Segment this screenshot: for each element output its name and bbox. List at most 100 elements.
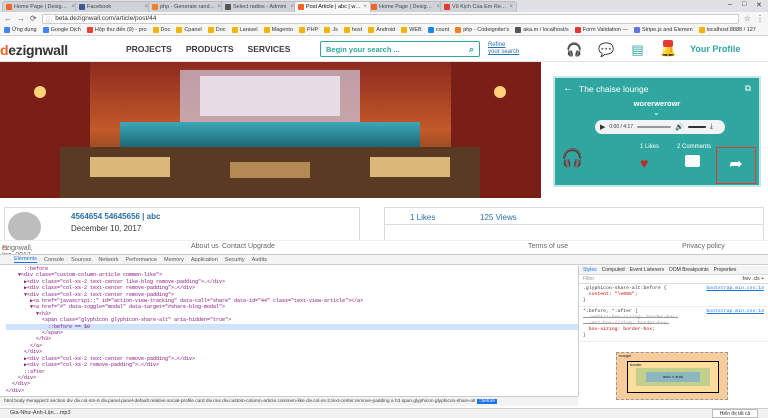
back-arrow-icon[interactable]: ← (4, 14, 12, 23)
close-tab-icon[interactable]: × (363, 4, 367, 10)
dom-node[interactable]: </h3> (6, 336, 51, 342)
dom-node[interactable]: ▶<div class="col-xs-2 remove-padding">…<… (6, 362, 159, 368)
dom-tree[interactable]: ::before ▼<div class="custom-column-arti… (0, 266, 578, 396)
bookmark-item[interactable]: Cpanel (176, 27, 202, 33)
dom-node[interactable]: </a> (6, 343, 42, 349)
reload-icon[interactable]: ⟳ (30, 14, 37, 23)
styles-tab[interactable]: Event Listeners (630, 267, 664, 273)
browser-tab[interactable]: Home Page | DesignWa × (2, 1, 79, 12)
bookmark-item[interactable]: Google Dịch (42, 27, 81, 33)
devtools-tab[interactable]: Security (225, 257, 245, 263)
heart-icon[interactable]: ♥ (640, 155, 648, 171)
devtools-tab[interactable]: Audits (252, 257, 267, 263)
devtools-tab[interactable]: Elements (14, 256, 37, 263)
privacy-link[interactable]: Privacy policy (682, 243, 725, 250)
bookmark-item[interactable]: Doc (207, 27, 226, 33)
bookmark-item[interactable]: php - Codeigniter's (455, 27, 509, 33)
bookmark-item[interactable]: localhost:8888 / 127 (698, 27, 756, 33)
menu-icon[interactable]: ⋮ (756, 14, 764, 23)
comment-icon[interactable] (685, 155, 700, 167)
bookmark-item[interactable]: aka.m / localhost/s (515, 27, 569, 33)
download-file[interactable]: Gia-Như-Anh-Lặn....mp3 (10, 410, 71, 416)
download-icon[interactable]: ⤓ (710, 123, 713, 131)
bookmark-item[interactable]: Laravel (231, 27, 258, 33)
browser-tab[interactable]: Select radios - Admini × (221, 1, 298, 12)
dezignwall-logo[interactable]: dezignwall (0, 42, 68, 58)
inbox-icon[interactable]: ▤ (630, 42, 645, 57)
dom-node[interactable]: </div> (6, 388, 24, 394)
bookmark-item[interactable]: Doc (152, 27, 170, 33)
show-all-downloads-button[interactable]: Hiển thị tất cả (712, 409, 758, 418)
dom-node[interactable]: ▶<div class="col-xs-2 text-center remove… (6, 285, 195, 291)
maximize-icon[interactable]: □ (742, 1, 746, 8)
close-tab-icon[interactable]: × (509, 4, 513, 10)
volume-slider[interactable] (687, 126, 706, 128)
styles-tab[interactable]: Styles (583, 267, 597, 273)
bookmark-item[interactable]: Ứng dụng (4, 27, 37, 33)
dom-node[interactable]: ▼<div class="custom-column-article comme… (6, 272, 162, 278)
bookmark-item[interactable]: Js (324, 27, 338, 33)
contact-link[interactable]: Contact (222, 243, 246, 250)
styles-tab[interactable]: Computed (602, 267, 625, 273)
dom-node[interactable]: ▼<a href="#" data-toggle="modal" data-ta… (6, 304, 225, 310)
browser-tab[interactable]: Vũ Kịch Của Em Remix × (440, 1, 517, 12)
dom-breadcrumb[interactable]: html body #wrapper2 section div div.col-… (0, 396, 578, 406)
devtools-tab[interactable]: Console (44, 257, 64, 263)
bookmark-item[interactable]: WEB (401, 27, 422, 33)
browser-tab[interactable]: Facebook × (75, 1, 152, 12)
close-window-icon[interactable]: ✕ (756, 1, 762, 9)
refine-search-link[interactable]: Refine your search (488, 42, 519, 56)
bookmark-item[interactable]: Magento (263, 27, 293, 33)
back-arrow-icon[interactable]: ← (563, 83, 573, 94)
dom-node[interactable]: ::after (6, 369, 45, 375)
url-field[interactable]: ⓘ beta.dezignwall.com/article/post/44 (41, 13, 739, 24)
bookmark-item[interactable]: Hộp thư đến (9) - pro (86, 27, 147, 33)
terms-link[interactable]: Terms of use (528, 243, 568, 250)
browser-tab[interactable]: php - Generate random × (148, 1, 225, 12)
nav-services[interactable]: SERVICES (248, 44, 291, 54)
dom-node[interactable]: </div> (6, 349, 42, 355)
browser-tab[interactable]: Post Article | abc | weru × (294, 1, 371, 12)
about-link[interactable]: About us (191, 243, 219, 250)
devtools-tab[interactable]: Memory (164, 257, 184, 263)
devtools-tab[interactable]: Network (98, 257, 118, 263)
devtools-tab[interactable]: Application (191, 257, 218, 263)
forward-arrow-icon[interactable]: → (17, 14, 25, 23)
star-icon[interactable]: ☆ (744, 14, 751, 23)
your-profile-link[interactable]: Your Profile (690, 44, 740, 54)
search-icon[interactable]: ⌕ (469, 44, 474, 55)
user-name[interactable]: 4564654 54645656 | abc (71, 212, 160, 221)
styles-filter[interactable]: Filter:hov .cls + (579, 275, 768, 284)
dom-node[interactable]: </div> (6, 375, 36, 381)
likes-count[interactable]: 1 Likes (410, 213, 435, 222)
progress-bar[interactable] (637, 126, 672, 128)
bookmark-item[interactable]: count (427, 27, 449, 33)
search-input[interactable] (326, 44, 469, 54)
dom-node[interactable]: ::before (6, 266, 48, 272)
chat-icon[interactable]: 💬 (598, 42, 614, 57)
dom-node[interactable]: ▶<div class="col-xs-2 text-center like-b… (6, 279, 225, 285)
nav-products[interactable]: PRODUCTS (186, 44, 234, 54)
headphones-icon[interactable]: 🎧 (566, 42, 582, 57)
share-button[interactable]: ➦ (716, 147, 756, 184)
devtools-tab[interactable]: Performance (125, 257, 157, 263)
chevron-down-icon[interactable]: ⌄ (653, 108, 660, 117)
external-link-icon[interactable]: ⧉ (745, 83, 751, 94)
styles-tab[interactable]: DOM Breakpoints (669, 267, 708, 273)
dom-node[interactable]: <span class="glyphicon glyphicon-share-a… (6, 317, 231, 323)
dom-node[interactable]: </span> (6, 330, 63, 336)
bookmark-item[interactable]: PHP (299, 27, 318, 33)
devtools-tab[interactable]: Sources (71, 257, 91, 263)
nav-projects[interactable]: PROJECTS (126, 44, 172, 54)
minimize-icon[interactable]: – (728, 1, 732, 8)
css-rule[interactable]: bootstrap.min.css:14 *:before, *:after { … (579, 307, 768, 342)
dom-node[interactable]: ▼<h3> (6, 311, 51, 317)
dom-node[interactable]: ▶<a href="javascript:;" id="action-view-… (6, 298, 363, 304)
dom-node[interactable]: ▶<div class="col-xs-2 text-center remove… (6, 356, 195, 362)
play-icon[interactable]: ▶ (600, 123, 605, 131)
upgrade-link[interactable]: Upgrade (248, 243, 275, 250)
bookmark-item[interactable]: Android (368, 27, 395, 33)
dom-node[interactable]: </div> (6, 381, 30, 387)
audio-controls[interactable]: ▶ 0:00 / 4:17 🔊 ⤓ (595, 120, 725, 134)
bookmark-item[interactable]: Form Validation — (574, 27, 628, 33)
